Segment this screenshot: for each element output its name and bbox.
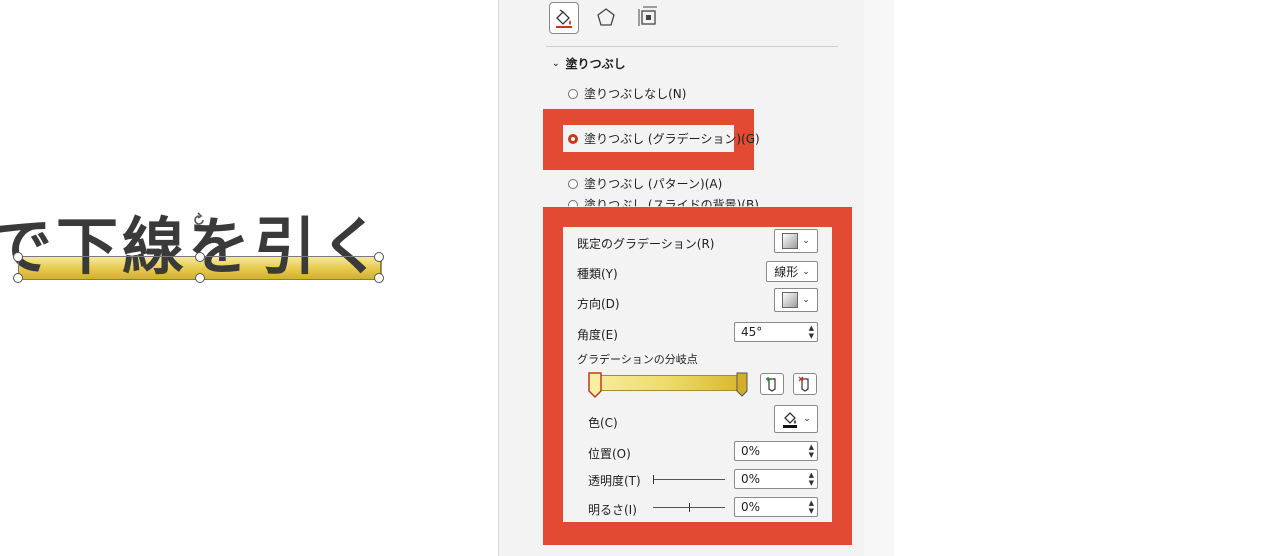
tab-effects[interactable] bbox=[592, 2, 620, 32]
radio-gradient-fill[interactable]: 塗りつぶし (グラデーション)(G) bbox=[568, 130, 760, 147]
resize-handle-top[interactable] bbox=[195, 252, 205, 262]
radio-circle[interactable] bbox=[568, 88, 578, 99]
pane-left-edge bbox=[498, 0, 531, 556]
radio-circle-selected[interactable] bbox=[568, 133, 578, 144]
resize-handle-top-right[interactable] bbox=[374, 252, 384, 262]
resize-handle-bottom-left[interactable] bbox=[13, 273, 23, 283]
tab-fill-line[interactable] bbox=[549, 2, 579, 34]
radio-pattern-fill[interactable]: 塗りつぶし (パターン)(A) bbox=[568, 175, 722, 192]
resize-handle-bottom-right[interactable] bbox=[374, 273, 384, 283]
pane-scroll-area[interactable] bbox=[864, 0, 894, 556]
effects-icon bbox=[597, 8, 615, 26]
resize-handle-top-left[interactable] bbox=[13, 252, 23, 262]
fill-section-title: 塗りつぶし bbox=[565, 57, 626, 71]
radio-no-fill-label: 塗りつぶしなし(N) bbox=[584, 87, 687, 101]
size-properties-icon bbox=[638, 6, 657, 26]
radio-circle[interactable] bbox=[568, 178, 578, 189]
rotate-handle-icon[interactable] bbox=[191, 212, 207, 228]
highlight-gradient-settings bbox=[543, 207, 852, 545]
chevron-down-icon: ⌄ bbox=[552, 58, 560, 69]
tab-size-properties[interactable] bbox=[634, 2, 662, 32]
slide-heading-text[interactable]: で下線を引く bbox=[0, 196, 386, 286]
resize-handle-bottom[interactable] bbox=[195, 273, 205, 283]
fill-line-icon bbox=[556, 9, 572, 28]
radio-pattern-fill-label: 塗りつぶし (パターン)(A) bbox=[584, 177, 723, 191]
radio-no-fill[interactable]: 塗りつぶしなし(N) bbox=[568, 85, 686, 102]
radio-gradient-fill-label: 塗りつぶし (グラデーション)(G) bbox=[584, 132, 760, 146]
tab-separator bbox=[546, 46, 838, 47]
fill-section-header[interactable]: ⌄ 塗りつぶし bbox=[552, 55, 626, 72]
